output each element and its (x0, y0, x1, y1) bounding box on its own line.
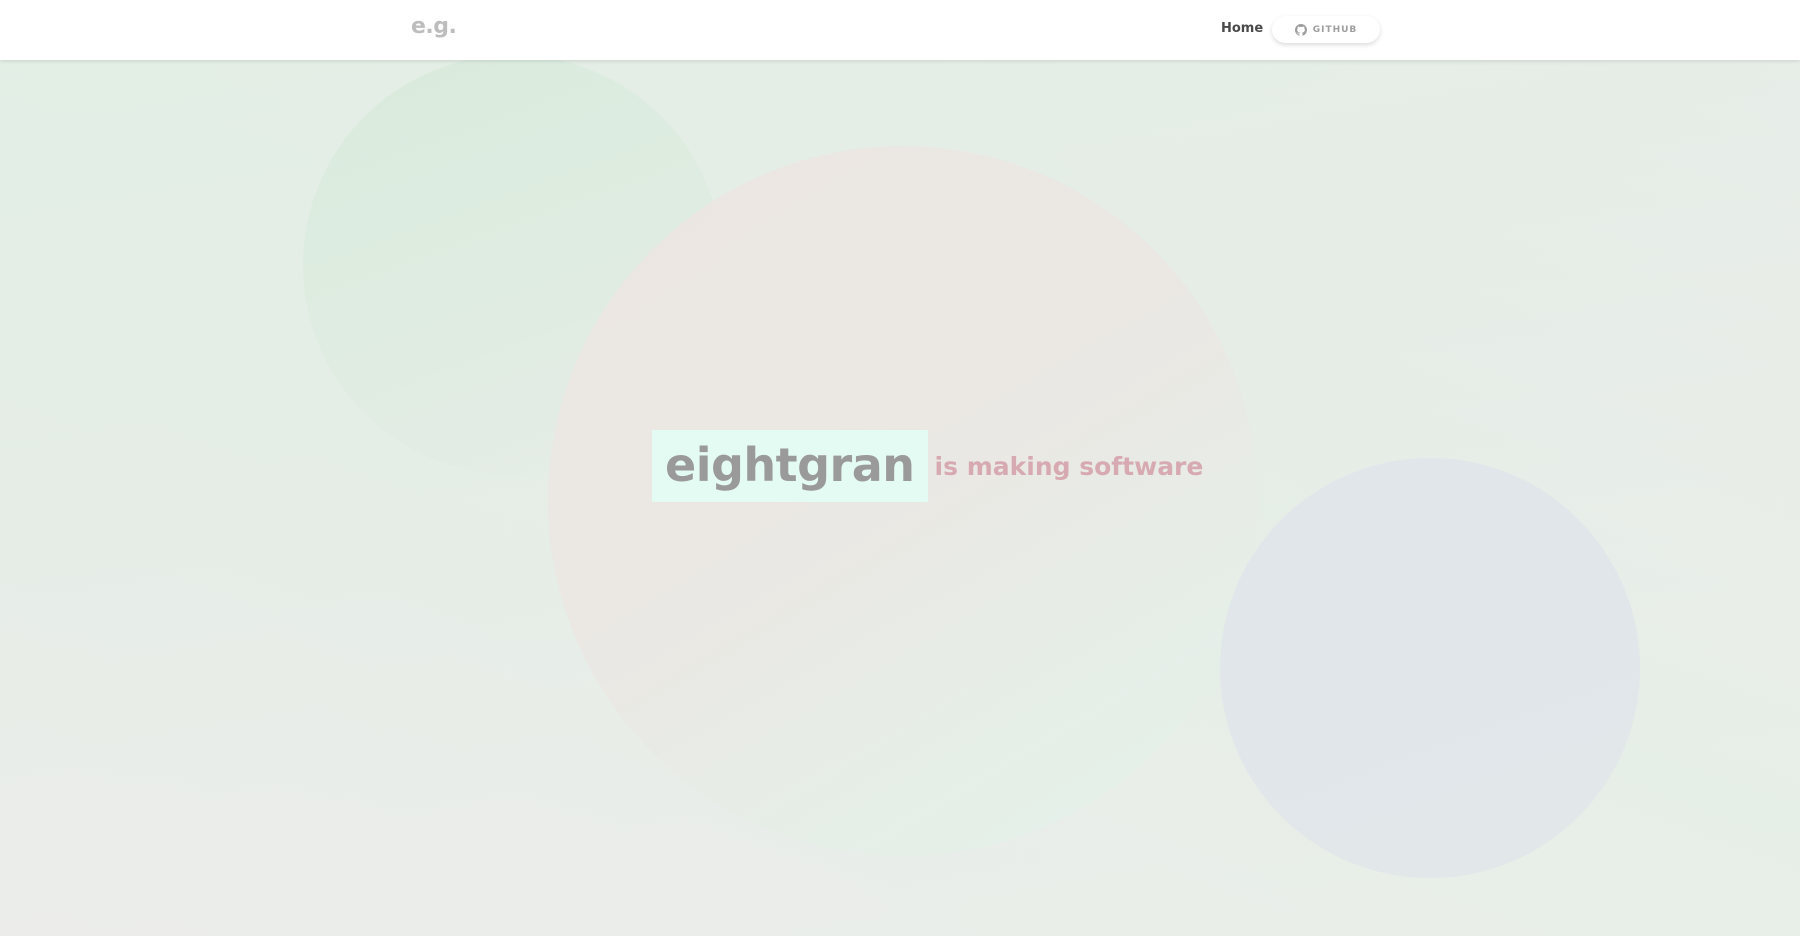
site-logo[interactable]: e.g. (411, 14, 457, 39)
hero-section: eightgran is making software (0, 60, 1800, 936)
hero-tagline: is making software (934, 451, 1204, 481)
hero-headline: eightgran is making software (652, 430, 1203, 502)
brand-highlight-box: eightgran (652, 430, 928, 502)
decorative-circle-blue (1220, 458, 1640, 878)
nav-github-button[interactable]: GITHUB (1272, 16, 1380, 43)
brand-name: eightgran (665, 438, 915, 492)
nav-home-link[interactable]: Home (1221, 21, 1263, 36)
page: e.g. Home GITHUB eightgran is making sof… (0, 0, 1800, 938)
github-label: GITHUB (1312, 24, 1358, 35)
site-header: e.g. Home GITHUB (0, 0, 1800, 60)
github-icon (1294, 23, 1307, 36)
